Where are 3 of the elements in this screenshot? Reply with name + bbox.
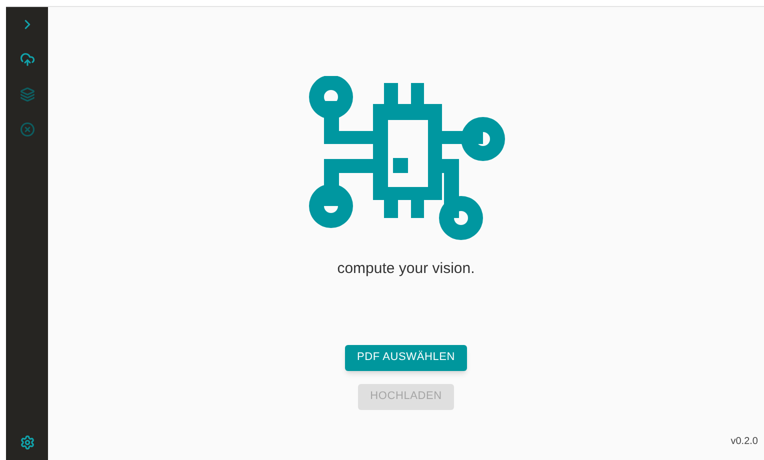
version-label: v0.2.0 — [730, 436, 758, 447]
tagline: compute your vision. — [337, 259, 475, 279]
action-button[interactable]: PDF AUSWÄHLEN — [344, 344, 468, 370]
